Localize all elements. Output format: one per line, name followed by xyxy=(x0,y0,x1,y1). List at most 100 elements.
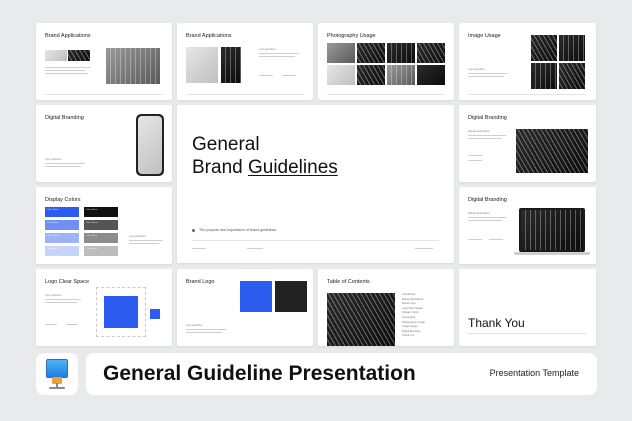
slide-title: Brand Applications xyxy=(45,33,91,39)
small-label: Logo guidelines xyxy=(468,68,485,71)
hero-caption: The purpose and importance of brand guid… xyxy=(199,228,277,232)
color-swatch-6: Color Name xyxy=(84,233,118,243)
app-icon-container xyxy=(36,353,78,395)
small-label: Logo guidelines xyxy=(45,294,62,297)
photo-grid-item xyxy=(417,65,445,85)
text-line xyxy=(282,75,296,77)
slide-title: Brand Logo xyxy=(186,279,215,285)
thumbnail-image xyxy=(221,47,241,83)
thank-you-title: Thank You xyxy=(468,316,525,330)
slide-brand-applications-2[interactable]: Brand Applications Logo guidelines xyxy=(177,23,313,100)
hero-title-underlined: Guidelines xyxy=(247,157,338,178)
color-swatch-5: Color Name xyxy=(45,233,79,243)
logo-block-blue xyxy=(240,281,272,312)
laptop-base xyxy=(514,252,590,255)
phone-screen xyxy=(138,116,162,174)
toc-list: Introduction Brand Applications Brand Lo… xyxy=(402,293,425,339)
small-label: Logo guidelines xyxy=(186,324,203,327)
footer-text xyxy=(415,248,433,250)
thumbnail-image xyxy=(45,50,67,61)
footer-divider xyxy=(468,333,586,334)
color-swatch-1: Color Name xyxy=(45,207,79,217)
photo-grid-item xyxy=(531,63,557,89)
slide-digital-branding-2[interactable]: Digital Branding Website applications xyxy=(459,105,596,182)
text-line xyxy=(45,73,88,75)
text-line xyxy=(259,53,299,55)
text-line xyxy=(129,243,159,245)
slide-table-of-contents[interactable]: Table of Contents Introduction Brand App… xyxy=(318,269,454,346)
text-line xyxy=(45,67,90,69)
hero-title-line2: Brand Guidelines xyxy=(192,156,338,179)
color-swatch-3: Color Name xyxy=(45,220,79,230)
thumbnail-image xyxy=(68,50,90,61)
slide-title: Image Usage xyxy=(468,33,501,39)
logo-block-large xyxy=(104,296,138,328)
laptop-mockup xyxy=(519,208,585,252)
slide-brand-logo[interactable]: Brand Logo Logo guidelines xyxy=(177,269,313,346)
color-swatch-7: Color Name xyxy=(45,246,79,256)
hero-title-prefix: Brand xyxy=(192,157,248,178)
small-label: Logo guidelines xyxy=(45,158,62,161)
slide-title: Display Colors xyxy=(45,197,81,203)
text-line xyxy=(468,76,504,78)
slide-digital-branding-1[interactable]: Digital Branding Logo guidelines xyxy=(36,105,172,182)
slide-title: Digital Branding xyxy=(45,115,84,121)
text-line xyxy=(468,217,506,219)
small-label: Website applications xyxy=(468,212,490,215)
text-line xyxy=(489,239,503,241)
text-line xyxy=(468,239,482,241)
text-line xyxy=(468,160,482,162)
slide-photography-usage[interactable]: Photography Usage xyxy=(318,23,454,100)
footer-divider xyxy=(45,94,163,95)
photo-grid-item xyxy=(357,43,385,63)
slide-brand-applications-1[interactable]: Brand Applications xyxy=(36,23,172,100)
hero-caption-icon xyxy=(192,229,195,232)
photo-grid-item xyxy=(327,43,355,63)
text-line xyxy=(259,56,295,58)
slide-title: Digital Branding xyxy=(468,115,507,121)
photo-grid-item xyxy=(559,63,585,89)
hero-title-line1: General xyxy=(192,134,260,155)
photo-grid-item xyxy=(357,65,385,85)
text-line xyxy=(468,138,502,140)
small-label: Logo guidelines xyxy=(129,235,146,238)
slide-title: Table of Contents xyxy=(327,279,370,285)
text-line xyxy=(45,163,85,165)
photo-grid-item xyxy=(327,65,355,85)
keynote-icon xyxy=(43,359,71,389)
color-swatch-2: Color Name xyxy=(84,207,118,217)
slide-hero-brand-guidelines[interactable]: General Brand Guidelines The purpose and… xyxy=(177,105,454,263)
slide-thank-you[interactable]: Thank You xyxy=(459,269,596,346)
photo-grid-item xyxy=(417,43,445,63)
footer-divider xyxy=(186,94,304,95)
building-image xyxy=(106,48,160,84)
text-line xyxy=(468,73,508,75)
toc-item[interactable]: Thank You xyxy=(402,334,425,339)
text-line xyxy=(66,324,78,326)
text-line xyxy=(45,302,77,304)
toc-image xyxy=(327,293,395,346)
slide-image-usage[interactable]: Image Usage Logo guidelines xyxy=(459,23,596,100)
text-line xyxy=(186,329,226,331)
logo-block-dark xyxy=(275,281,307,312)
phone-mockup xyxy=(136,114,164,176)
slide-digital-branding-3[interactable]: Digital Branding Website applications xyxy=(459,187,596,264)
text-line xyxy=(45,299,81,301)
photo-grid-item xyxy=(387,43,415,63)
title-banner: General Guideline Presentation Presentat… xyxy=(86,353,597,395)
footer-divider xyxy=(468,94,586,95)
slide-logo-clear-space[interactable]: Logo Clear Space Logo guidelines xyxy=(36,269,172,346)
laptop-screen-image xyxy=(521,210,583,250)
footer-text xyxy=(247,248,263,250)
hero-title: General Brand Guidelines xyxy=(192,133,338,179)
photo-grid-item xyxy=(559,35,585,61)
color-swatch-8: Color Name xyxy=(84,246,118,256)
small-label: Website applications xyxy=(468,130,490,133)
text-line xyxy=(129,240,163,242)
color-swatch-4: Color Name xyxy=(84,220,118,230)
slide-title: Logo Clear Space xyxy=(45,279,90,285)
text-line xyxy=(468,220,502,222)
slide-display-colors[interactable]: Display Colors Color Name Color Name Col… xyxy=(36,187,172,264)
banner-title: General Guideline Presentation xyxy=(103,362,416,385)
banner-subtitle: Presentation Template xyxy=(489,368,579,378)
